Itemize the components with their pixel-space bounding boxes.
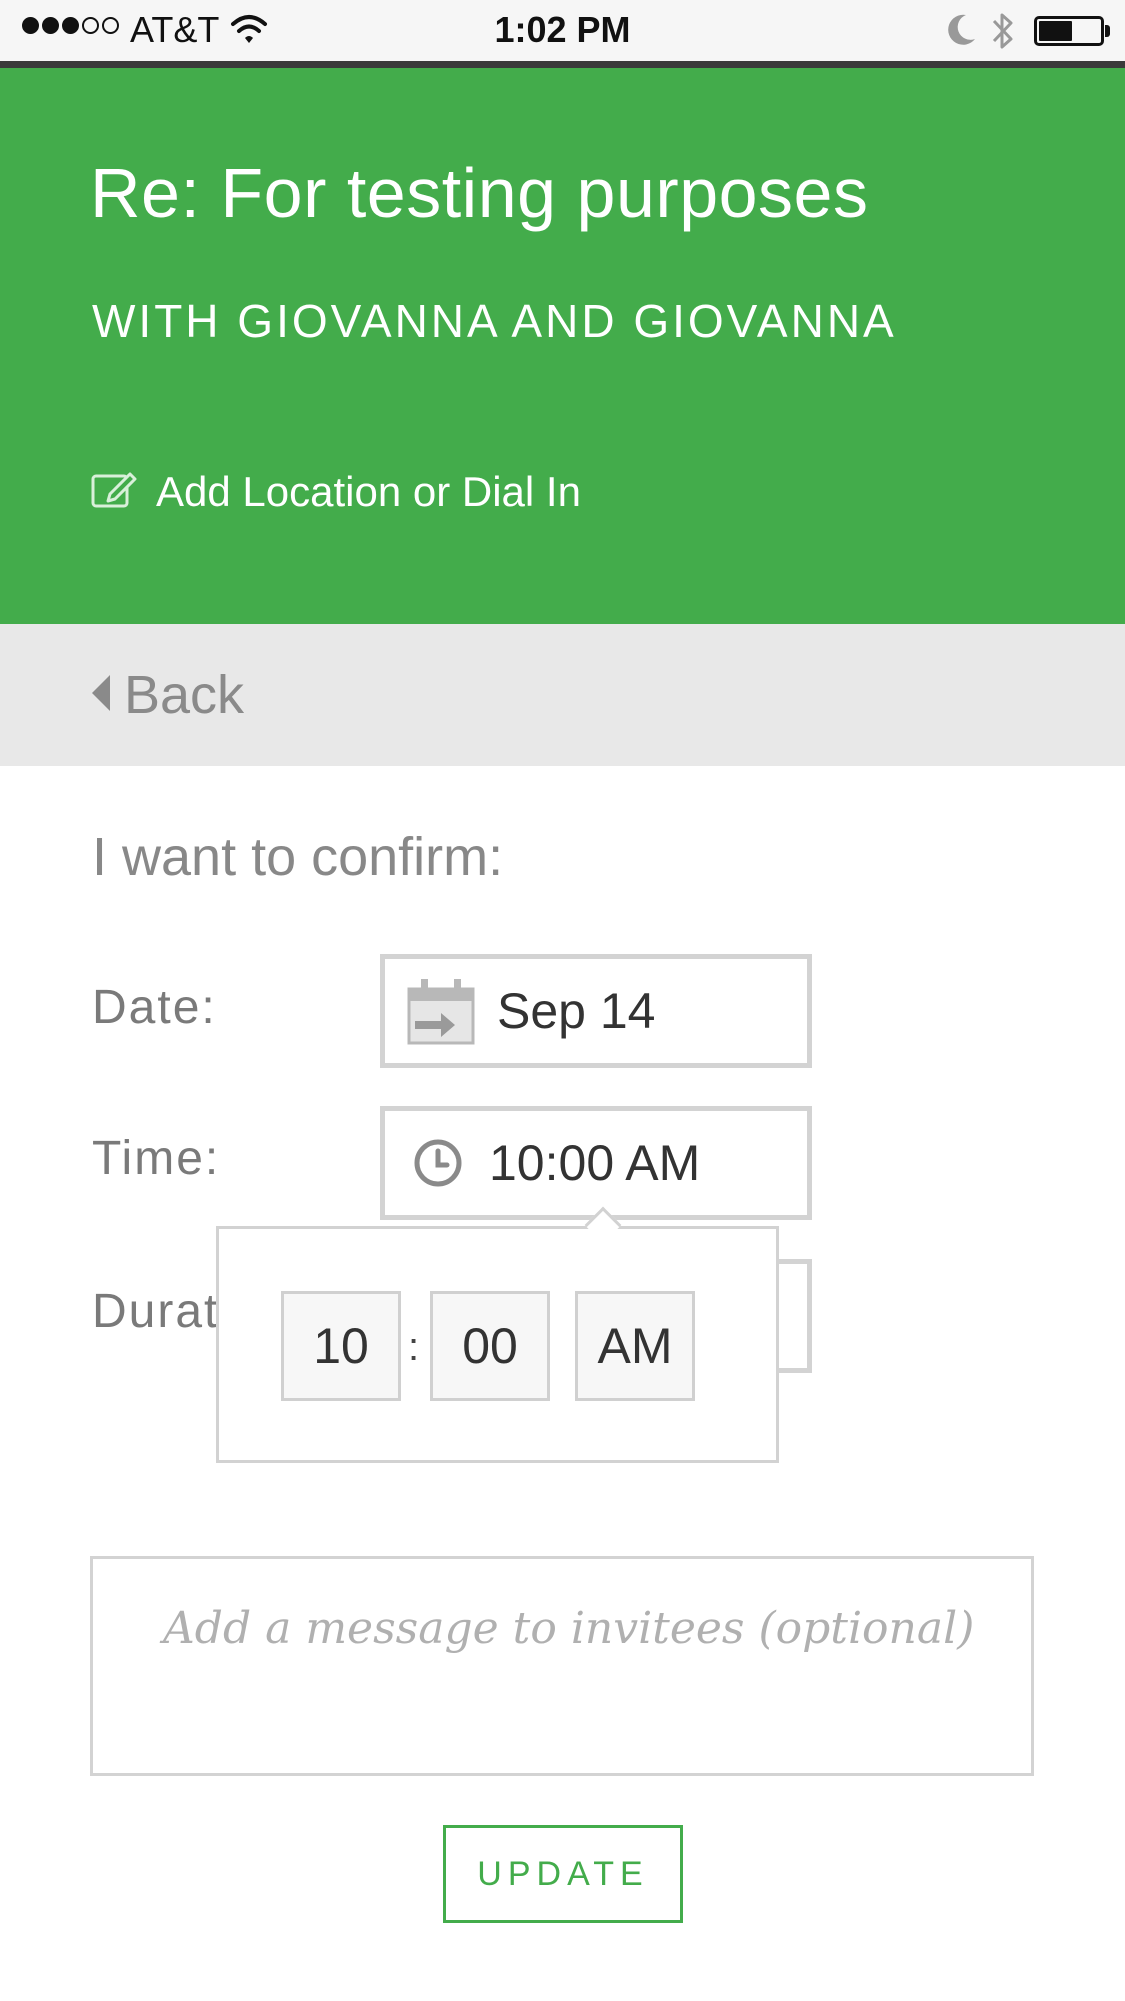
do-not-disturb-icon [944,12,978,53]
edit-icon [90,470,138,515]
add-location-label: Add Location or Dial In [156,468,581,515]
period-spinner[interactable]: AM [575,1291,695,1401]
message-input[interactable] [90,1556,1034,1776]
time-separator: : [408,1325,420,1369]
date-label: Date: [92,981,217,1034]
battery-icon [1034,16,1104,46]
add-location-button[interactable]: Add Location or Dial In [90,468,581,516]
bluetooth-icon [990,10,1016,57]
time-value: 10:00 AM [489,1135,701,1191]
back-bar: Back [0,624,1125,766]
battery-fill [1039,21,1072,41]
caret-left-icon [90,673,112,718]
time-picker-popover: 10 : 00 AM [216,1226,779,1463]
meeting-header: Re: For testing purposes WITH GIOVANNA A… [0,68,1125,624]
back-label: Back [124,665,245,725]
calendar-icon [405,975,477,1047]
status-divider [0,61,1125,68]
time-label: Time: [92,1132,221,1185]
battery-tip [1105,25,1110,37]
date-value: Sep 14 [497,983,656,1039]
hour-spinner[interactable]: 10 [281,1291,401,1401]
meeting-attendees: WITH GIOVANNA AND GIOVANNA [92,295,897,347]
meeting-title: Re: For testing purposes [90,154,869,232]
back-button[interactable]: Back [90,664,244,726]
duration-label: Durat [92,1285,220,1338]
date-field[interactable]: Sep 14 [380,954,812,1068]
clock-icon [413,1138,463,1188]
update-button[interactable]: UPDATE [443,1825,683,1923]
status-bar: AT&T 1:02 PM [0,0,1125,61]
minute-spinner[interactable]: 00 [430,1291,550,1401]
confirm-heading: I want to confirm: [92,827,504,887]
time-field[interactable]: 10:00 AM [380,1106,812,1220]
